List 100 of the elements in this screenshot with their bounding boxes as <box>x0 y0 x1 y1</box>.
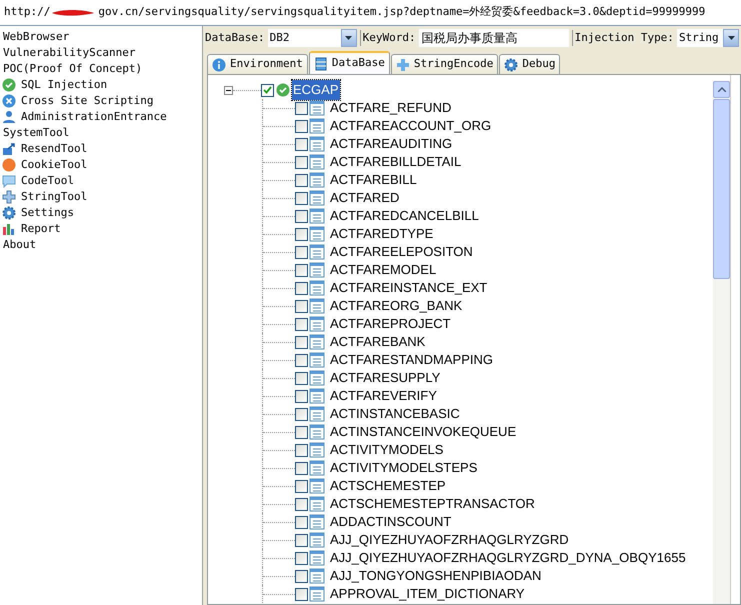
scrollbar[interactable] <box>713 81 730 604</box>
checkbox[interactable] <box>295 102 308 114</box>
checkbox[interactable] <box>295 534 308 546</box>
tree-node-label[interactable]: ACTINSTANCEBASIC <box>330 404 460 424</box>
sidebar-group[interactable]: POC(Proof Of Concept) <box>0 61 202 77</box>
sidebar-item[interactable]: AdministrationEntrance <box>21 108 167 126</box>
checkbox[interactable] <box>295 372 308 384</box>
tree-node-label[interactable]: ACTFAREPROJECT <box>330 314 451 334</box>
checkbox[interactable] <box>295 480 308 492</box>
tab[interactable]: DataBase <box>308 51 390 74</box>
check-circle-icon <box>276 83 290 97</box>
table-icon <box>309 316 325 332</box>
table-icon <box>309 118 325 134</box>
tree-node-label[interactable]: ACTFAREINSTANCE_EXT <box>330 278 488 298</box>
sidebar-item[interactable]: Settings <box>21 204 74 222</box>
speech-bubble-icon <box>2 174 16 188</box>
checkbox[interactable] <box>295 120 308 132</box>
tree-node-label[interactable]: ACTFAREORG_BANK <box>330 296 462 316</box>
checkbox[interactable] <box>295 246 308 258</box>
sidebar-group[interactable]: VulnerabilityScanner <box>0 45 202 61</box>
table-icon <box>309 244 325 260</box>
checkbox[interactable] <box>295 156 308 168</box>
tree-node-label[interactable]: AJJ_TONGYONGSHENPIBIAODAN <box>330 566 542 586</box>
checkbox[interactable] <box>295 282 308 294</box>
sidebar-group[interactable]: WebBrowser <box>0 29 202 45</box>
table-icon <box>309 226 325 242</box>
tree-node-label[interactable]: ADDACTINSCOUNT <box>330 512 452 532</box>
tab[interactable]: Environment <box>207 54 308 74</box>
tree-node-label[interactable]: ACTFARE_REFUND <box>330 98 452 118</box>
sidebar-group[interactable]: About <box>0 237 202 253</box>
table-icon <box>309 406 325 422</box>
tree-node-label[interactable]: ACTIVITYMODELSTEPS <box>330 458 478 478</box>
tree-node-label[interactable]: ECGAP <box>292 80 340 100</box>
tree-node-label[interactable]: ACTINSTANCEINVOKEQUEUE <box>330 422 516 442</box>
tree-node-label[interactable]: ACTFARED <box>330 188 400 208</box>
table-icon <box>309 460 325 476</box>
table-icon <box>309 478 325 494</box>
tree-node-label[interactable]: ACTFARESTANDMAPPING <box>330 350 494 370</box>
checkbox[interactable] <box>295 570 308 582</box>
tree-node-label[interactable]: ACTFAREACCOUNT_ORG <box>330 116 492 136</box>
tree-node-label[interactable]: ACTSCHEMESTEP <box>330 476 446 496</box>
collapse-toggle[interactable] <box>224 86 233 94</box>
tree-node-label[interactable]: ACTFAREELEPOSITON <box>330 242 473 262</box>
tree-node-label[interactable]: ACTFAREBILLDETAIL <box>330 152 462 172</box>
checkbox[interactable] <box>295 300 308 312</box>
tree-node-label[interactable]: ACTSCHEMESTEPTRANSACTOR <box>330 494 535 514</box>
checkbox[interactable] <box>295 354 308 366</box>
tree-node-label[interactable]: ACTFARESUPPLY <box>330 368 440 388</box>
checkbox[interactable] <box>295 498 308 510</box>
tree-node-label[interactable]: ACTFAREBANK <box>330 332 426 352</box>
sidebar-item[interactable]: CodeTool <box>21 172 74 190</box>
checkbox[interactable] <box>295 174 308 186</box>
sidebar-item[interactable]: CookieTool <box>21 156 88 174</box>
table-icon <box>309 262 325 278</box>
tree-node-label[interactable]: AJJ_QIYEZHUYAOFZRHAQGLRYZGRD <box>330 530 569 550</box>
checkbox[interactable] <box>295 264 308 276</box>
checkbox[interactable] <box>295 552 308 564</box>
checkbox[interactable] <box>295 426 308 438</box>
sidebar-group[interactable]: SystemTool <box>0 125 202 141</box>
tree-node-label[interactable]: ACTFAREMODEL <box>330 260 436 280</box>
checkbox[interactable] <box>295 516 308 528</box>
table-icon <box>309 172 325 188</box>
scroll-up-button[interactable] <box>713 81 730 98</box>
checkbox[interactable] <box>295 336 308 348</box>
tree-node-label[interactable]: ACTFAREDCANCELBILL <box>330 206 479 226</box>
tab[interactable]: Debug <box>499 54 560 74</box>
sidebar-item[interactable]: Cross Site Scripting <box>21 92 154 110</box>
tree-node-label[interactable]: APPROVAL_ITEM_DICTIONARY <box>330 584 525 604</box>
checkbox[interactable] <box>261 84 274 96</box>
checkbox[interactable] <box>295 408 308 420</box>
field-label: KeyWord: <box>360 30 416 46</box>
sidebar-item[interactable]: SQL Injection <box>21 76 108 94</box>
database-select[interactable]: DB2 <box>268 29 357 47</box>
checkbox[interactable] <box>295 390 308 402</box>
table-icon <box>309 496 325 512</box>
checkbox[interactable] <box>295 192 308 204</box>
tree-node-label[interactable]: ACTFAREVERIFY <box>330 386 437 406</box>
checkbox[interactable] <box>295 588 308 600</box>
checkbox[interactable] <box>295 138 308 150</box>
tree-node-label[interactable]: AJJ_QIYEZHUYAOFZRHAQGLRYZGRD_DYNA_OBQY1655 <box>330 548 686 568</box>
tree-node-label[interactable]: ACTIVITYMODELS <box>330 440 444 460</box>
keyword-field[interactable]: 国税局办事质量高 <box>418 29 569 47</box>
dropdown-button[interactable] <box>340 29 357 47</box>
checkbox[interactable] <box>295 228 308 240</box>
checkbox[interactable] <box>295 210 308 222</box>
checkbox[interactable] <box>295 444 308 456</box>
tree-node-label[interactable]: ACTFAREAUDITING <box>330 134 452 154</box>
sidebar-item[interactable]: ResendTool <box>21 140 88 158</box>
checkbox[interactable] <box>295 318 308 330</box>
table-icon <box>309 442 325 458</box>
table-icon <box>309 100 325 116</box>
injection-type-select[interactable]: String <box>676 29 739 47</box>
tree-node-label[interactable]: ACTFAREBILL <box>330 170 417 190</box>
dropdown-button[interactable] <box>723 29 739 47</box>
tree-node-label[interactable]: ACTFAREDTYPE <box>330 224 434 244</box>
tab[interactable]: StringEncode <box>390 54 498 74</box>
sidebar-item[interactable]: Report <box>21 220 61 238</box>
sidebar-item[interactable]: StringTool <box>21 188 88 206</box>
scroll-thumb[interactable] <box>713 99 730 279</box>
checkbox[interactable] <box>295 462 308 474</box>
